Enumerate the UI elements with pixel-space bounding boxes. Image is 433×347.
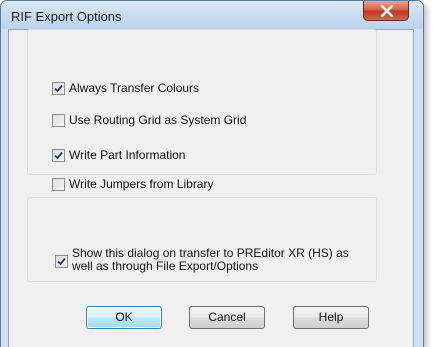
title-bar[interactable]: RIF Export Options	[1, 1, 423, 29]
always-transfer-colours-checkbox[interactable]	[52, 81, 65, 95]
option-always-transfer-colours[interactable]: Always Transfer Colours	[52, 81, 199, 95]
option-use-routing-grid[interactable]: Use Routing Grid as System Grid	[52, 113, 246, 127]
ok-button[interactable]: OK	[86, 306, 162, 329]
show-dialog-checkbox[interactable]	[55, 255, 68, 268]
use-routing-grid-label: Use Routing Grid as System Grid	[69, 113, 247, 127]
checkmark-icon	[54, 151, 63, 159]
option-show-dialog[interactable]: Show this dialog on transfer to PREditor…	[55, 247, 362, 273]
write-jumpers-checkbox[interactable]	[52, 177, 65, 191]
window-title: RIF Export Options	[11, 9, 122, 24]
close-icon	[380, 5, 394, 17]
show-dialog-label: Show this dialog on transfer to PREditor…	[72, 246, 349, 273]
help-button[interactable]: Help	[293, 306, 369, 329]
use-routing-grid-checkbox[interactable]	[52, 113, 65, 127]
always-transfer-colours-label: Always Transfer Colours	[69, 81, 200, 95]
write-part-information-checkbox[interactable]	[52, 148, 65, 162]
cancel-button[interactable]: Cancel	[189, 306, 265, 329]
checkmark-icon	[57, 257, 66, 266]
close-button[interactable]	[363, 1, 409, 21]
option-write-jumpers[interactable]: Write Jumpers from Library	[52, 177, 213, 191]
write-jumpers-label: Write Jumpers from Library	[69, 177, 214, 191]
option-write-part-information[interactable]: Write Part Information	[52, 148, 185, 162]
write-part-information-label: Write Part Information	[69, 148, 186, 162]
checkmark-icon	[54, 84, 63, 92]
